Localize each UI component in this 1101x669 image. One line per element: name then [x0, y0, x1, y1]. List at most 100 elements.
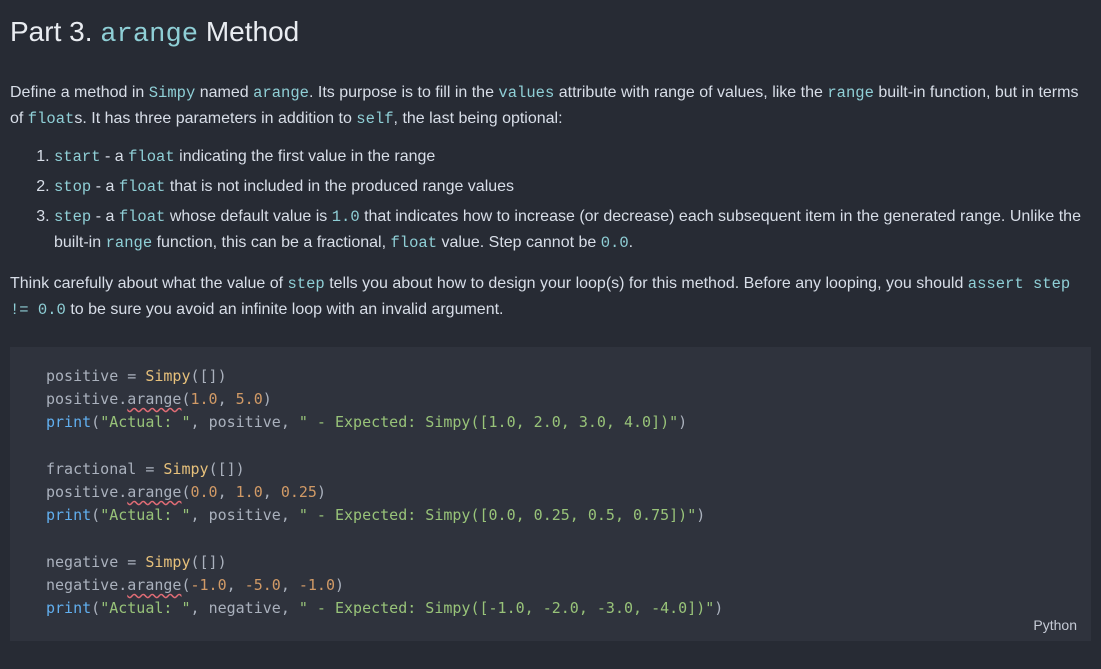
code-float: float — [128, 148, 175, 166]
text: - a — [91, 208, 119, 225]
section-heading: Part 3. arange Method — [10, 10, 1091, 56]
code-zero: 0.0 — [601, 234, 629, 252]
text: . — [629, 234, 633, 251]
tok: , — [191, 599, 209, 617]
tok: , — [227, 576, 245, 594]
code-range: range — [827, 84, 874, 102]
tok: -1.0 — [299, 576, 335, 594]
heading-text-pre: Part 3. — [10, 16, 100, 47]
tok: [] — [218, 460, 236, 478]
tok: ) — [714, 599, 723, 617]
tok: -1.0 — [191, 576, 227, 594]
tok: positive — [46, 390, 118, 408]
tok: , — [281, 506, 299, 524]
code-range: range — [106, 234, 153, 252]
code-float: float — [119, 208, 166, 226]
tok: arange — [127, 483, 181, 501]
tok: ( — [191, 553, 200, 571]
code-float: float — [28, 110, 75, 128]
intro-paragraph: Define a method in Simpy named arange. I… — [10, 80, 1091, 132]
tok: ( — [91, 599, 100, 617]
tok: " - Expected: Simpy([1.0, 2.0, 3.0, 4.0]… — [299, 413, 678, 431]
code-arange: arange — [253, 84, 309, 102]
param-start: start - a float indicating the first val… — [54, 144, 1091, 170]
text: that is not included in the produced ran… — [165, 178, 514, 195]
tok: 0.0 — [191, 483, 218, 501]
tok: , — [281, 599, 299, 617]
param-list: start - a float indicating the first val… — [10, 144, 1091, 255]
tok: ) — [218, 553, 227, 571]
tok: negative — [209, 599, 281, 617]
text: , the last being optional: — [394, 110, 563, 127]
tok: 1.0 — [236, 483, 263, 501]
tok: = — [118, 553, 145, 571]
tok: ) — [317, 483, 326, 501]
code-one: 1.0 — [332, 208, 360, 226]
tok: , — [281, 413, 299, 431]
tok: Simpy — [163, 460, 208, 478]
tok: ) — [678, 413, 687, 431]
tok: , — [191, 413, 209, 431]
tok: negative — [46, 576, 118, 594]
tok: print — [46, 506, 91, 524]
tok: , — [218, 390, 236, 408]
code-language-label: Python — [1033, 615, 1077, 637]
tok: = — [118, 367, 145, 385]
tok: arange — [127, 390, 181, 408]
code-content: positive = Simpy([]) positive.arange(1.0… — [10, 365, 1091, 641]
tok: , — [191, 506, 209, 524]
text: function, this can be a fractional, — [152, 234, 390, 251]
tok: ) — [236, 460, 245, 478]
tok: ) — [335, 576, 344, 594]
code-values: values — [498, 84, 554, 102]
tok: print — [46, 599, 91, 617]
tok: ) — [263, 390, 272, 408]
tok: . — [118, 576, 127, 594]
tok: [] — [200, 367, 218, 385]
text: attribute with range of values, like the — [554, 84, 827, 101]
tok: 5.0 — [236, 390, 263, 408]
code-float: float — [119, 178, 166, 196]
tok: ) — [218, 367, 227, 385]
code-start: start — [54, 148, 101, 166]
tok: ( — [181, 576, 190, 594]
tok: ( — [91, 506, 100, 524]
tok: "Actual: " — [100, 506, 190, 524]
code-block: positive = Simpy([]) positive.arange(1.0… — [10, 347, 1091, 641]
text: named — [195, 84, 253, 101]
tok: = — [136, 460, 163, 478]
param-stop: stop - a float that is not included in t… — [54, 174, 1091, 200]
tok: negative — [46, 553, 118, 571]
tok: . — [118, 390, 127, 408]
tok: 1.0 — [191, 390, 218, 408]
tok: ) — [696, 506, 705, 524]
tok: " - Expected: Simpy([0.0, 0.25, 0.5, 0.7… — [299, 506, 696, 524]
text: value. Step cannot be — [437, 234, 601, 251]
tok: arange — [127, 576, 181, 594]
note-paragraph: Think carefully about what the value of … — [10, 271, 1091, 323]
tok: positive — [209, 413, 281, 431]
tok: 0.25 — [281, 483, 317, 501]
tok: positive — [209, 506, 281, 524]
text: Define a method in — [10, 84, 149, 101]
heading-text-post: Method — [198, 16, 299, 47]
code-step: step — [54, 208, 91, 226]
tok: , — [263, 483, 281, 501]
tok: positive — [46, 483, 118, 501]
param-step: step - a float whose default value is 1.… — [54, 204, 1091, 256]
tok: Simpy — [145, 367, 190, 385]
tok: , — [218, 483, 236, 501]
tok: ( — [209, 460, 218, 478]
tok: positive — [46, 367, 118, 385]
text: indicating the first value in the range — [175, 148, 436, 165]
heading-code: arange — [100, 19, 198, 50]
tok: ( — [91, 413, 100, 431]
tok: print — [46, 413, 91, 431]
code-stop: stop — [54, 178, 91, 196]
text: tells you about how to design your loop(… — [325, 275, 968, 292]
tok: " - Expected: Simpy([-1.0, -2.0, -3.0, -… — [299, 599, 714, 617]
tok: Simpy — [145, 553, 190, 571]
text: to be sure you avoid an infinite loop wi… — [66, 301, 504, 318]
tok: [] — [200, 553, 218, 571]
text: . Its purpose is to fill in the — [309, 84, 498, 101]
